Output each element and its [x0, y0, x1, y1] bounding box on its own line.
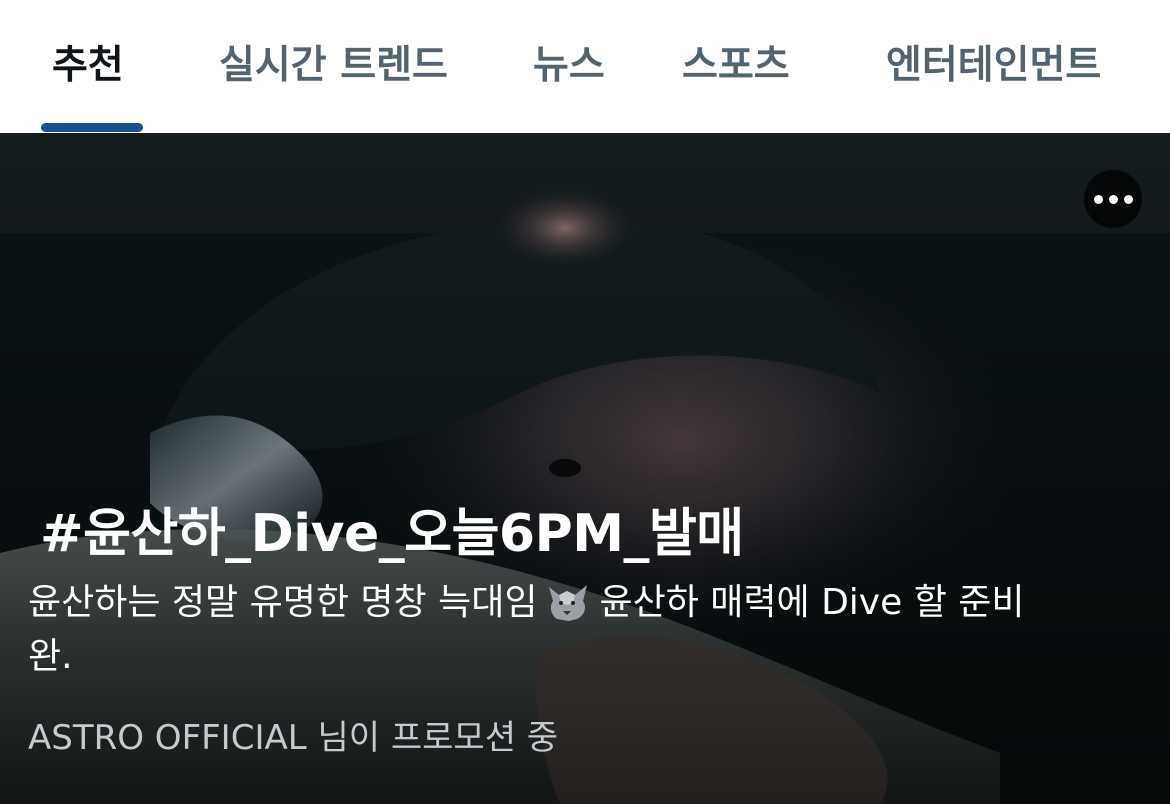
promoted-by-label: ASTRO OFFICIAL 님이 프로모션 중 — [28, 718, 559, 758]
trend-hashtag-headline: #윤산하_Dive_오늘6PM_발매 — [40, 504, 744, 564]
hero-image — [0, 133, 1170, 804]
tab-trending[interactable]: 실시간 트렌드 — [219, 36, 448, 96]
promotion-description: 윤산하는 정말 유명한 명창 늑대임 윤산하 매력에 Dive 할 준비완. — [28, 576, 1048, 684]
top-tab-bar: 추천 실시간 트렌드 뉴스 스포츠 엔터테인먼트 — [0, 0, 1170, 133]
more-options-button[interactable] — [1084, 170, 1142, 228]
wolf-emoji-icon — [549, 585, 588, 621]
description-text-1: 윤산하는 정말 유명한 명창 늑대임 — [28, 582, 538, 623]
tab-recommended[interactable]: 추천 — [52, 36, 124, 96]
tab-sports[interactable]: 스포츠 — [682, 36, 790, 96]
promoted-trend-card[interactable]: #윤산하_Dive_오늘6PM_발매 윤산하는 정말 유명한 명창 늑대임 윤산… — [0, 133, 1170, 804]
tab-news[interactable]: 뉴스 — [533, 36, 605, 96]
more-horizontal-icon — [1093, 194, 1103, 204]
tab-entertainment[interactable]: 엔터테인먼트 — [886, 36, 1101, 96]
active-tab-indicator — [41, 123, 143, 132]
